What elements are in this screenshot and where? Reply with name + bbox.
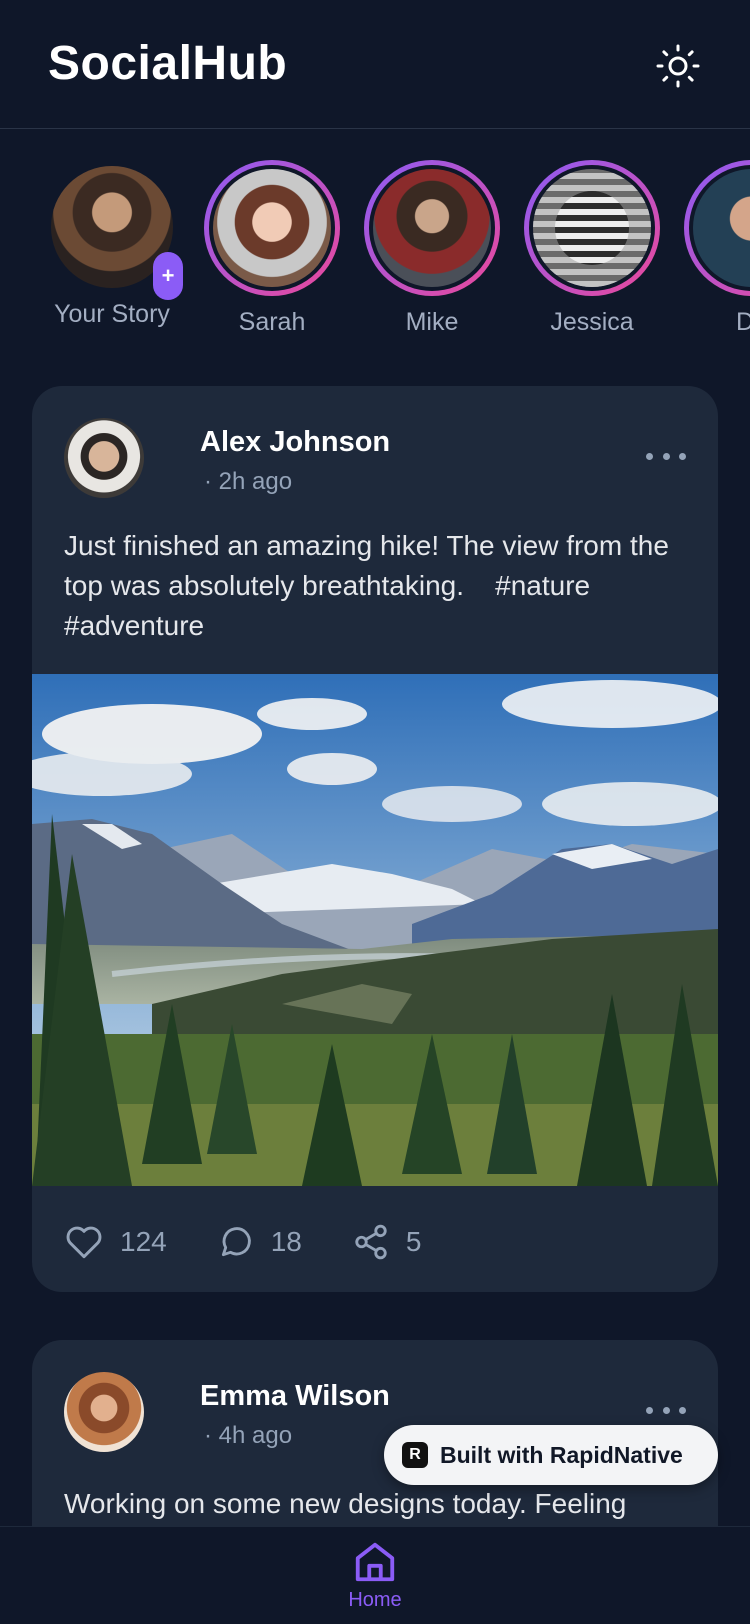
share-icon <box>355 1224 387 1260</box>
your-story-avatar: + <box>51 166 183 300</box>
home-icon <box>355 1542 395 1582</box>
story-ring <box>364 160 500 296</box>
nav-home-label: Home <box>348 1589 402 1611</box>
story-name: Jessica <box>550 308 634 336</box>
built-with-badge[interactable]: R Built with RapidNative <box>384 1425 718 1485</box>
post-author[interactable]: Alex Johnson <box>200 426 390 459</box>
dot-icon <box>662 452 670 460</box>
nav-home-tab[interactable]: Home <box>325 1539 425 1624</box>
app-title: SocialHub <box>48 37 288 90</box>
share-button[interactable]: 5 <box>352 1223 422 1261</box>
share-count: 5 <box>405 1226 422 1257</box>
avatar <box>533 169 651 287</box>
post-author[interactable]: Emma Wilson <box>200 1380 390 1413</box>
story-your-story[interactable]: + Your Story <box>37 160 187 329</box>
story-sarah[interactable]: Sarah <box>197 160 347 337</box>
avatar[interactable] <box>64 418 144 498</box>
story-jessica[interactable]: Jessica <box>517 160 667 337</box>
more-options-button[interactable] <box>646 444 686 468</box>
avatar[interactable] <box>64 1372 144 1452</box>
comment-count: 18 <box>270 1226 302 1257</box>
post-actions: 124 18 5 <box>64 1212 686 1272</box>
comment-icon <box>221 1227 251 1257</box>
stories-row: + Your Story Sarah Mike Jessica Da <box>0 160 750 340</box>
theme-toggle-button[interactable] <box>652 40 704 92</box>
dot-icon <box>679 452 686 460</box>
avatar <box>213 169 331 287</box>
rapidnative-logo-icon: R <box>402 1442 428 1468</box>
app-header: SocialHub <box>0 0 750 129</box>
add-story-button[interactable]: + <box>153 252 183 300</box>
badge-label: Built with RapidNative <box>440 1441 683 1468</box>
post-time: · 4h ago <box>204 1422 293 1449</box>
story-name: Your Story <box>54 300 170 328</box>
story-mike[interactable]: Mike <box>357 160 507 337</box>
dot-icon <box>679 1406 686 1414</box>
comment-button[interactable]: 18 <box>217 1223 302 1261</box>
post-card: Alex Johnson · 2h ago Just finished an a… <box>32 386 718 1292</box>
story-name: Mike <box>405 308 459 336</box>
dot-icon <box>646 452 653 460</box>
post-time: · 2h ago <box>204 468 293 495</box>
story-da[interactable]: Da <box>677 160 750 337</box>
dot-icon <box>646 1406 653 1414</box>
like-count: 124 <box>120 1226 167 1257</box>
dot-icon <box>662 1406 670 1414</box>
post-text: Working on some new designs today. Feeli… <box>64 1488 627 1519</box>
post-text: Just finished an amazing hike! The view … <box>64 530 669 641</box>
bottom-nav: Home <box>0 1526 750 1624</box>
story-name: Sarah <box>238 308 306 336</box>
post-image[interactable] <box>32 674 718 1186</box>
story-name: Da <box>736 308 750 336</box>
avatar <box>693 169 750 287</box>
more-options-button[interactable] <box>646 1398 686 1422</box>
post-header: Alex Johnson · 2h ago <box>64 418 686 500</box>
story-ring <box>204 160 340 296</box>
sun-icon <box>656 44 700 88</box>
story-ring <box>524 160 660 296</box>
like-button[interactable]: 124 <box>64 1224 167 1260</box>
avatar <box>373 169 491 287</box>
heart-icon <box>66 1226 102 1259</box>
story-ring <box>684 160 750 296</box>
